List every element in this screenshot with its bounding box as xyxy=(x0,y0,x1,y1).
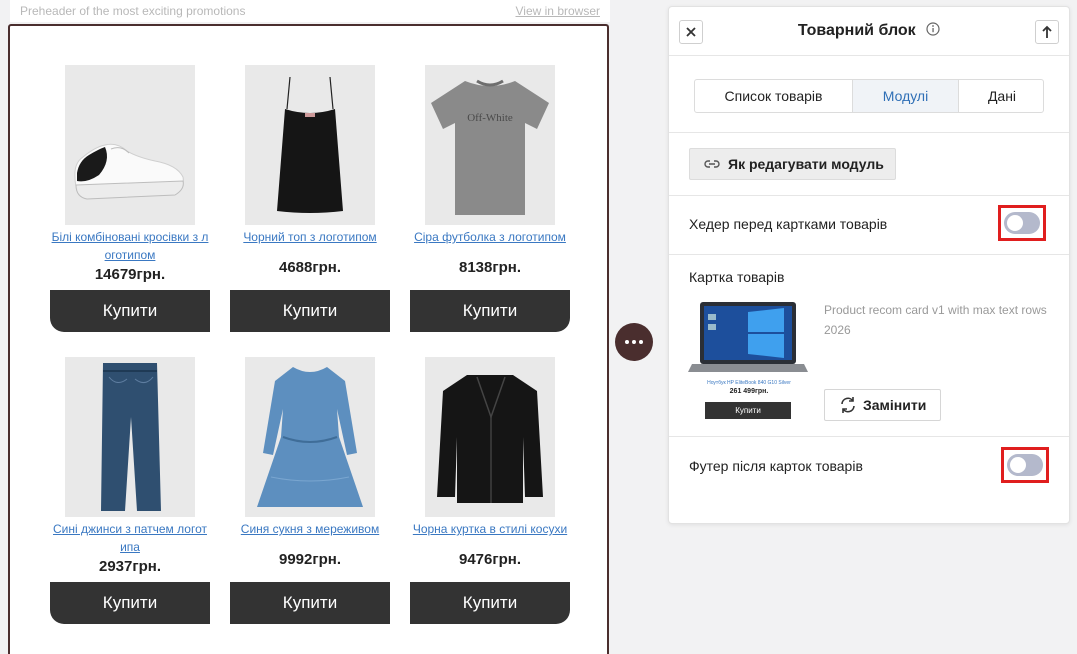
collapse-button[interactable] xyxy=(1035,20,1059,44)
card-preview-buy: Купити xyxy=(705,402,791,419)
preheader-text: Preheader of the most exciting promotion… xyxy=(20,4,246,18)
footer-toggle-label: Футер після карток товарів xyxy=(689,458,863,474)
product-card: Синя сукня з мереживом 9992грн. Купити xyxy=(230,357,390,627)
product-name-link[interactable]: Синя сукня з мереживом xyxy=(230,520,390,538)
buy-button[interactable]: Купити xyxy=(410,290,570,332)
refresh-icon xyxy=(841,397,855,413)
tshirt-logo-text: Off-White xyxy=(467,112,513,124)
product-card: Чорна куртка в стилі косухи 9476грн. Куп… xyxy=(410,357,570,627)
more-actions-button[interactable] xyxy=(615,323,653,361)
product-card: Білі комбіновані кросівки з л оготипом 14… xyxy=(50,65,210,335)
product-card: Off-White Сіра футболка з логотипом 8138… xyxy=(410,65,570,335)
how-to-edit-label: Як редагувати модуль xyxy=(728,156,884,172)
product-name-link[interactable]: Сіра футболка з логотипом xyxy=(410,228,570,246)
tab-data[interactable]: Дані xyxy=(959,80,1043,112)
product-price: 9992грн. xyxy=(278,551,341,568)
panel-title: Товарний блок xyxy=(669,22,1069,40)
product-price: 9476грн. xyxy=(458,551,521,568)
product-name-link[interactable]: Сині джинси з патчем логот ипа xyxy=(50,520,210,556)
header-toggle-highlight xyxy=(998,205,1046,241)
arrow-up-icon xyxy=(1042,25,1052,38)
buy-button[interactable]: Купити xyxy=(230,582,390,624)
product-name-link[interactable]: Білі комбіновані кросівки з л оготипом xyxy=(50,228,210,264)
tab-product-list[interactable]: Список товарів xyxy=(695,80,853,112)
header-toggle[interactable] xyxy=(1004,212,1040,234)
divider xyxy=(669,436,1069,437)
card-template-description: Product recom card v1 with max text rows… xyxy=(824,303,1047,337)
card-section-label: Картка товарів xyxy=(689,269,785,285)
preheader-bar: Preheader of the most exciting promotion… xyxy=(10,0,610,22)
buy-button[interactable]: Купити xyxy=(50,290,210,332)
divider xyxy=(669,254,1069,255)
email-canvas: Preheader of the most exciting promotion… xyxy=(0,0,620,654)
product-price: 8138грн. xyxy=(458,259,521,276)
settings-panel: Товарний блок Список товарів Модулі Дані… xyxy=(668,6,1070,524)
divider xyxy=(669,55,1069,56)
divider xyxy=(669,195,1069,196)
product-price: 4688грн. xyxy=(278,259,341,276)
more-dots-icon xyxy=(625,340,643,344)
card-preview-name: Ноутбук HP EliteBook 840 G10 Silver xyxy=(707,380,791,386)
footer-toggle[interactable] xyxy=(1007,454,1043,476)
panel-header: Товарний блок xyxy=(669,7,1069,55)
buy-button[interactable]: Купити xyxy=(50,582,210,624)
dress-image[interactable] xyxy=(245,357,375,517)
product-card: Чорний топ з логотипом 4688грн. Купити xyxy=(230,65,390,335)
divider xyxy=(669,132,1069,133)
sneaker-image[interactable] xyxy=(65,65,195,225)
buy-button[interactable]: Купити xyxy=(230,290,390,332)
replace-button[interactable]: Замінити xyxy=(824,389,941,421)
how-to-edit-button[interactable]: Як редагувати модуль xyxy=(689,148,896,180)
jacket-image[interactable] xyxy=(425,357,555,517)
view-in-browser-link[interactable]: View in browser xyxy=(516,4,600,18)
tab-modules[interactable]: Модулі xyxy=(853,80,959,112)
info-icon[interactable] xyxy=(926,22,940,36)
tabs: Список товарів Модулі Дані xyxy=(694,79,1044,113)
header-toggle-label: Хедер перед картками товарів xyxy=(689,216,888,232)
product-price: 2937грн. xyxy=(98,558,161,575)
buy-button[interactable]: Купити xyxy=(410,582,570,624)
product-block[interactable]: Білі комбіновані кросівки з л оготипом 14… xyxy=(8,24,609,654)
replace-label: Замінити xyxy=(863,397,927,413)
product-name-link[interactable]: Чорний топ з логотипом xyxy=(230,228,390,246)
product-card: Сині джинси з патчем логот ипа 2937грн. К… xyxy=(50,357,210,627)
product-price: 14679грн. xyxy=(94,266,166,283)
link-icon xyxy=(704,160,720,168)
product-name-link[interactable]: Чорна куртка в стилі косухи xyxy=(410,520,570,538)
jeans-image[interactable] xyxy=(65,357,195,517)
tank-top-image[interactable] xyxy=(245,65,375,225)
card-template-preview[interactable]: Ноутбук HP EliteBook 840 G10 Silver 261 … xyxy=(688,300,810,422)
card-preview-price: 261 499грн. xyxy=(729,388,769,395)
footer-toggle-highlight xyxy=(1001,447,1049,483)
tshirt-image[interactable]: Off-White xyxy=(425,65,555,225)
